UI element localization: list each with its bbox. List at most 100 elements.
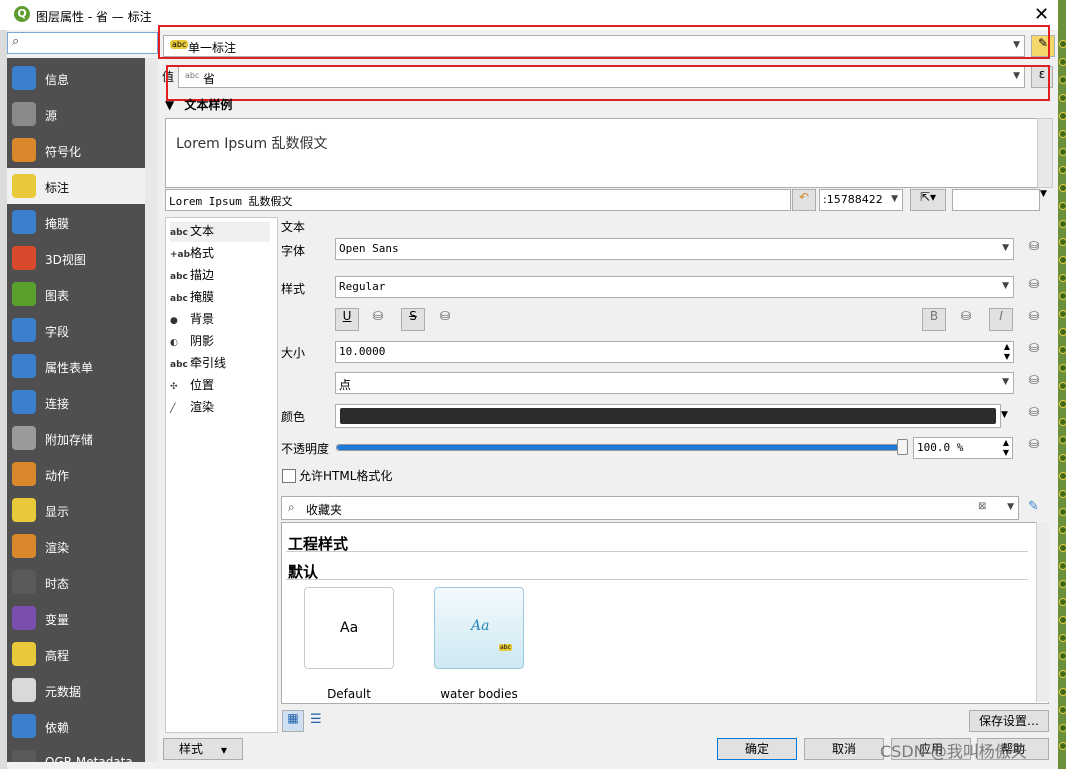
- sidebar-item[interactable]: 变量: [7, 600, 145, 636]
- sample-section-toggle[interactable]: ▼ 文本样例: [165, 96, 232, 113]
- underline-button[interactable]: U: [335, 308, 359, 331]
- layer-marker-icon: [1059, 526, 1066, 534]
- style-preview-text: Aa: [471, 618, 490, 634]
- sidebar-search-input[interactable]: ⌕: [7, 32, 158, 54]
- font-combo[interactable]: Open Sans ▼: [335, 238, 1014, 260]
- data-defined-override-icon[interactable]: ⛁: [1023, 405, 1045, 425]
- sidebar-item[interactable]: 渲染: [7, 528, 145, 564]
- chevron-down-icon: ▼: [1002, 243, 1009, 253]
- sidebar-scrollbar[interactable]: [145, 58, 158, 762]
- settings-tab[interactable]: ◐ 阴影: [170, 332, 270, 352]
- data-defined-override-icon[interactable]: ⛁: [1023, 373, 1045, 393]
- sidebar-item[interactable]: 动作: [7, 456, 145, 492]
- sidebar-item[interactable]: 标注: [7, 168, 145, 204]
- sidebar-item[interactable]: 属性表单: [7, 348, 145, 384]
- preview-scrollbar[interactable]: [1037, 118, 1053, 188]
- settings-tab[interactable]: ● 背景: [170, 310, 270, 330]
- settings-tab-label: 牵引线: [190, 356, 227, 370]
- layer-marker-icon: [1059, 490, 1066, 498]
- style-manager-icon[interactable]: ✎: [1028, 499, 1039, 514]
- sidebar-item[interactable]: 时态: [7, 564, 145, 600]
- data-defined-override-icon[interactable]: ⛁: [1023, 341, 1045, 361]
- cancel-button[interactable]: 取消: [804, 738, 884, 760]
- layer-marker-icon: [1059, 436, 1066, 444]
- settings-tab[interactable]: abc 掩膜: [170, 288, 270, 308]
- settings-tab[interactable]: abc 文本: [170, 222, 270, 242]
- sidebar-item-label: 动作: [45, 469, 70, 483]
- sidebar-item[interactable]: 符号化: [7, 132, 145, 168]
- data-defined-override-icon[interactable]: ⛁: [955, 309, 977, 329]
- data-defined-override-icon[interactable]: ⛁: [434, 309, 456, 329]
- style-tile-water-bodies[interactable]: Aa abc: [434, 587, 524, 669]
- sidebar-item-icon: [12, 426, 36, 450]
- sidebar-item[interactable]: 高程: [7, 636, 145, 672]
- opacity-slider-handle[interactable]: [897, 439, 908, 455]
- sidebar-item[interactable]: QGR Metadata: [7, 744, 145, 762]
- settings-tab[interactable]: abc 牵引线: [170, 354, 270, 374]
- style-menu-button[interactable]: 样式 ▼: [163, 738, 243, 760]
- background-color-combo[interactable]: [952, 189, 1040, 211]
- layer-marker-icon: [1059, 688, 1066, 696]
- reset-sample-button[interactable]: ↶: [792, 189, 816, 211]
- style-menu-label: 样式: [179, 742, 204, 756]
- settings-tab-icon: ◐: [170, 338, 178, 348]
- sidebar-item-icon: [12, 606, 36, 630]
- chevron-down-icon[interactable]: ▼: [1040, 189, 1052, 209]
- text-heading: 文本: [281, 220, 306, 234]
- settings-tab[interactable]: ╱ 渲染: [170, 398, 270, 418]
- settings-tab[interactable]: ✣ 位置: [170, 376, 270, 396]
- sidebar-item[interactable]: 图表: [7, 276, 145, 312]
- icon-view-button[interactable]: ▦: [282, 710, 304, 732]
- sidebar-item[interactable]: 信息: [7, 60, 145, 96]
- italic-button[interactable]: I: [989, 308, 1013, 331]
- sidebar-item[interactable]: 依赖: [7, 708, 145, 744]
- bold-button[interactable]: B: [922, 308, 946, 331]
- style-tile-default[interactable]: Aa: [304, 587, 394, 669]
- sidebar-item[interactable]: 连接: [7, 384, 145, 420]
- undo-icon: ↶: [798, 190, 810, 204]
- chevron-down-icon: ▼: [891, 194, 898, 204]
- sidebar-item-label: 图表: [45, 289, 70, 303]
- sidebar-item[interactable]: 附加存储: [7, 420, 145, 456]
- opacity-spinbox[interactable]: 100.0 % ▲ ▼: [913, 437, 1013, 459]
- list-view-icon[interactable]: ☰: [310, 712, 322, 727]
- settings-tab[interactable]: +ab格式: [170, 244, 270, 264]
- style-search-input[interactable]: ⌕ 收藏夹 ⊠ ▼: [281, 496, 1019, 520]
- chevron-down-icon[interactable]: ▼: [1001, 404, 1013, 426]
- scale-value: :15788422: [823, 193, 883, 206]
- pick-scale-button[interactable]: ⇱▾: [910, 189, 946, 211]
- gallery-scrollbar[interactable]: [1036, 522, 1049, 702]
- save-settings-button[interactable]: 保存设置…: [969, 710, 1049, 732]
- sidebar-item[interactable]: 元数据: [7, 672, 145, 708]
- allow-html-label: 允许HTML格式化: [299, 469, 393, 483]
- sidebar-item[interactable]: 3D视图: [7, 240, 145, 276]
- settings-tab[interactable]: abc 描边: [170, 266, 270, 286]
- sidebar-item[interactable]: 掩膜: [7, 204, 145, 240]
- sidebar-item[interactable]: 显示: [7, 492, 145, 528]
- data-defined-override-icon[interactable]: ⛁: [1023, 309, 1045, 329]
- settings-tab-label: 描边: [190, 268, 215, 282]
- layer-marker-icon: [1059, 706, 1066, 714]
- layer-marker-icon: [1059, 220, 1066, 228]
- opacity-slider[interactable]: [336, 444, 908, 451]
- layer-marker-icon: [1059, 166, 1066, 174]
- ok-button[interactable]: 确定: [717, 738, 797, 760]
- size-unit-combo[interactable]: 点 ▼: [335, 372, 1014, 394]
- clear-icon[interactable]: ⊠: [978, 501, 986, 512]
- close-icon[interactable]: ✕: [1034, 4, 1049, 25]
- sidebar-item[interactable]: 源: [7, 96, 145, 132]
- settings-tab-label: 文本: [190, 224, 215, 238]
- sample-text-input[interactable]: Lorem Ipsum 乱数假文: [165, 189, 791, 211]
- scale-combo[interactable]: :15788422 ▼: [819, 189, 903, 211]
- data-defined-override-icon[interactable]: ⛁: [367, 309, 389, 329]
- data-defined-override-icon[interactable]: ⛁: [1023, 239, 1045, 259]
- cursor-icon: ⇱▾: [919, 190, 937, 204]
- allow-html-checkbox[interactable]: [282, 469, 296, 483]
- size-spinbox[interactable]: 10.0000 ▲ ▼: [335, 341, 1014, 363]
- sidebar-item[interactable]: 字段: [7, 312, 145, 348]
- style-combo[interactable]: Regular ▼: [335, 276, 1014, 298]
- data-defined-override-icon[interactable]: ⛁: [1023, 277, 1045, 297]
- color-button[interactable]: [335, 404, 1001, 428]
- strikeout-button[interactable]: S: [401, 308, 425, 331]
- data-defined-override-icon[interactable]: ⛁: [1023, 437, 1045, 457]
